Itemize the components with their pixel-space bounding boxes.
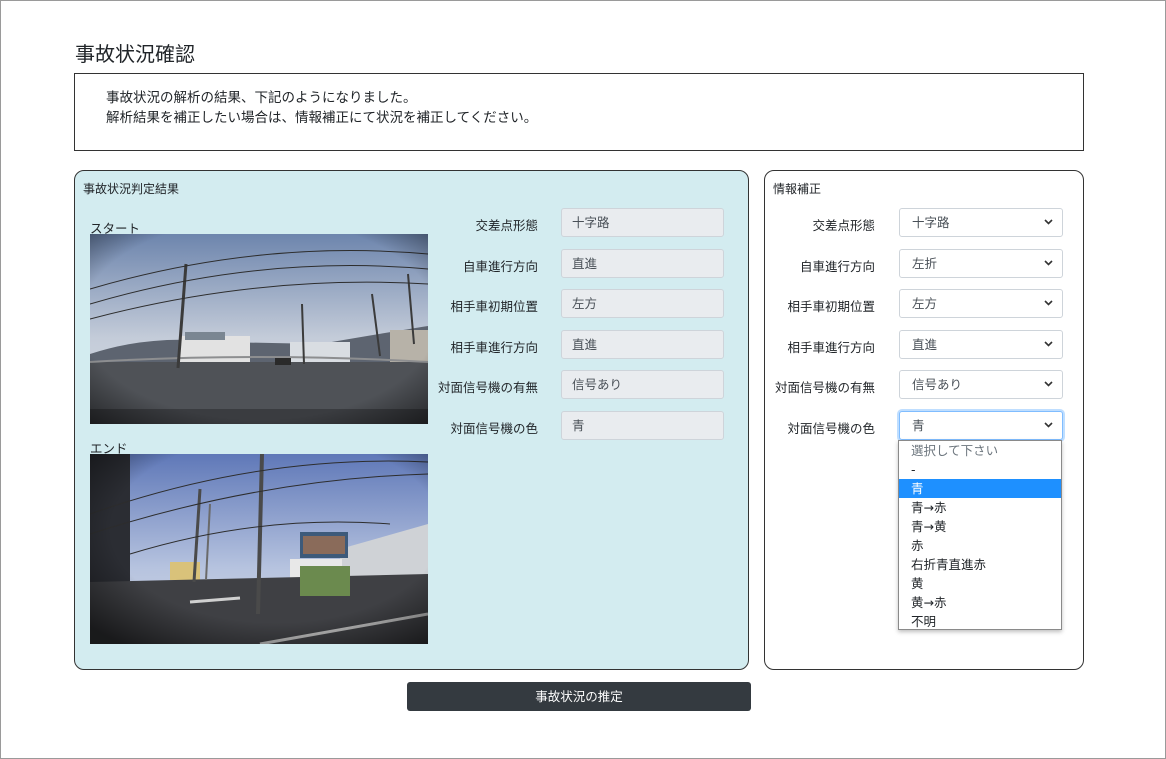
result-label-signal-color: 対面信号機の色 <box>450 421 538 436</box>
chevron-down-icon <box>1044 341 1053 347</box>
correction-select-intersection-value: 十字路 <box>912 215 950 230</box>
correction-select-intersection[interactable]: 十字路 <box>899 208 1063 237</box>
result-value-own-direction: 直進 <box>561 249 724 278</box>
dropdown-option[interactable]: 赤 <box>899 536 1061 555</box>
result-label-own-direction: 自車進行方向 <box>462 259 538 274</box>
correction-select-own-direction[interactable]: 左折 <box>899 249 1063 278</box>
start-dashcam-image <box>90 234 428 424</box>
result-label-other-direction: 相手車進行方向 <box>450 340 538 355</box>
result-value-signal-color: 青 <box>561 411 724 440</box>
correction-select-other-direction[interactable]: 直進 <box>899 330 1063 359</box>
correction-select-other-direction-value: 直進 <box>912 337 938 352</box>
estimate-accident-button[interactable]: 事故状況の推定 <box>407 682 751 711</box>
correction-select-signal-presence[interactable]: 信号あり <box>899 370 1063 399</box>
notice-box: 事故状況の解析の結果、下記のようになりました。 解析結果を補正したい場合は、情報… <box>74 73 1084 151</box>
dropdown-option[interactable]: 青→黄 <box>899 517 1061 536</box>
dropdown-option[interactable]: - <box>899 460 1061 479</box>
result-panel: 事故状況判定結果 スタート エンド 交差点形態 十字路 自車進行方向 直進 相手… <box>74 170 749 670</box>
result-label-other-position: 相手車初期位置 <box>450 299 538 314</box>
dropdown-option[interactable]: 黄→赤 <box>899 593 1061 612</box>
chevron-down-icon <box>1044 300 1053 306</box>
correction-label-other-position: 相手車初期位置 <box>787 299 875 314</box>
correction-select-other-position-value: 左方 <box>912 296 938 311</box>
signal-color-dropdown-list[interactable]: 選択して下さい - 青 青→赤 青→黄 赤 右折青直進赤 黄 黄→赤 不明 <box>898 440 1062 630</box>
correction-label-intersection: 交差点形態 <box>812 218 875 233</box>
dropdown-option[interactable]: 選択して下さい <box>899 441 1061 460</box>
dropdown-option[interactable]: 黄 <box>899 574 1061 593</box>
dropdown-option[interactable]: 青→赤 <box>899 498 1061 517</box>
result-panel-title: 事故状況判定結果 <box>83 182 180 196</box>
correction-label-other-direction: 相手車進行方向 <box>787 340 875 355</box>
end-dashcam-image <box>90 454 428 644</box>
correction-select-signal-color-value: 青 <box>912 418 925 433</box>
correction-label-signal-color: 対面信号機の色 <box>787 421 875 436</box>
result-value-other-position: 左方 <box>561 289 724 318</box>
result-label-signal-presence: 対面信号機の有無 <box>437 380 538 395</box>
notice-line-1: 事故状況の解析の結果、下記のようになりました。 <box>106 90 417 106</box>
chevron-down-icon <box>1044 219 1053 225</box>
dropdown-option[interactable]: 右折青直進赤 <box>899 555 1061 574</box>
correction-label-own-direction: 自車進行方向 <box>799 259 875 274</box>
result-label-intersection: 交差点形態 <box>475 218 538 233</box>
dropdown-option-selected[interactable]: 青 <box>899 479 1061 498</box>
chevron-down-icon <box>1044 422 1053 428</box>
chevron-down-icon <box>1044 260 1053 266</box>
result-value-signal-presence: 信号あり <box>561 370 724 399</box>
correction-select-own-direction-value: 左折 <box>912 256 938 271</box>
chevron-down-icon <box>1044 381 1053 387</box>
correction-panel-title: 情報補正 <box>773 182 822 196</box>
notice-line-2: 解析結果を補正したい場合は、情報補正にて状況を補正してください。 <box>106 110 538 126</box>
result-value-other-direction: 直進 <box>561 330 724 359</box>
page-title: 事故状況確認 <box>75 42 195 66</box>
correction-select-signal-color[interactable]: 青 <box>899 411 1063 440</box>
result-value-intersection: 十字路 <box>561 208 724 237</box>
dropdown-option[interactable]: 不明 <box>899 612 1061 631</box>
correction-select-signal-presence-value: 信号あり <box>912 377 963 392</box>
correction-label-signal-presence: 対面信号機の有無 <box>774 380 875 395</box>
correction-select-other-position[interactable]: 左方 <box>899 289 1063 318</box>
